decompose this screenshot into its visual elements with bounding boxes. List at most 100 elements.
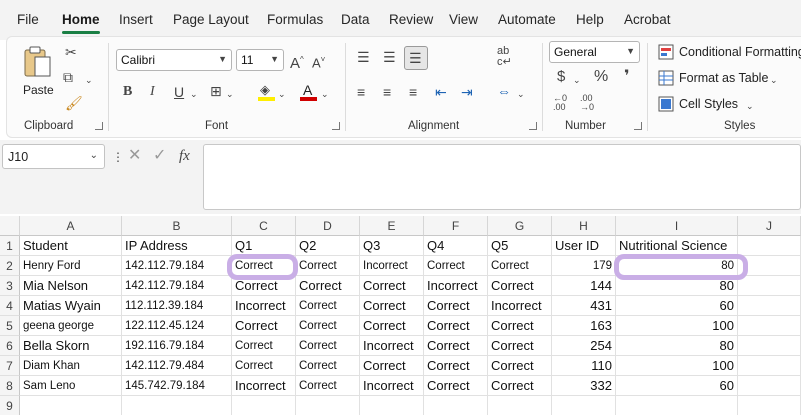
cell-h2[interactable]: 179 [552, 256, 616, 276]
cell-h5[interactable]: 163 [552, 316, 616, 336]
cell-b2[interactable]: 142.112.79.184 [122, 256, 232, 276]
chevron-down-icon[interactable]: ⌄ [278, 86, 286, 102]
cell-g7[interactable]: Correct [488, 356, 552, 376]
align-right-icon[interactable]: ≡ [409, 84, 417, 100]
cell-f7[interactable]: Correct [424, 356, 488, 376]
dialog-launcher-icon[interactable] [529, 122, 537, 130]
tab-acrobat[interactable]: Acrobat [624, 12, 671, 27]
cell-a4[interactable]: Matias Wyain [20, 296, 122, 316]
cell-d1[interactable]: Q2 [296, 236, 360, 256]
cell-d9[interactable] [296, 396, 360, 415]
cell-d3[interactable]: Correct [296, 276, 360, 296]
cell-b5[interactable]: 122.112.45.124 [122, 316, 232, 336]
cell-c4[interactable]: Incorrect [232, 296, 296, 316]
tab-insert[interactable]: Insert [119, 12, 153, 27]
cell-h1[interactable]: User ID [552, 236, 616, 256]
enter-icon[interactable]: ✓ [153, 148, 166, 164]
align-left-icon[interactable]: ≡ [357, 84, 365, 100]
row-header-8[interactable]: 8 [0, 376, 20, 396]
font-size-combo[interactable]: 11 ▼ [236, 49, 284, 71]
select-all-corner[interactable] [0, 216, 20, 236]
insert-function-icon[interactable]: fx [179, 148, 190, 164]
cell-i2[interactable]: 80 [616, 256, 738, 276]
cell-c7[interactable]: Correct [232, 356, 296, 376]
cell-b6[interactable]: 192.116.79.184 [122, 336, 232, 356]
align-bottom-button[interactable]: ☰ [404, 46, 428, 70]
italic-icon[interactable]: I [150, 84, 155, 100]
cell-c9[interactable] [232, 396, 296, 415]
formula-input[interactable] [203, 144, 801, 210]
row-header-7[interactable]: 7 [0, 356, 20, 376]
paste-button[interactable]: Paste [19, 43, 57, 101]
column-header-g[interactable]: G [488, 216, 552, 236]
cell-e1[interactable]: Q3 [360, 236, 424, 256]
cell-i8[interactable]: 60 [616, 376, 738, 396]
number-format-combo[interactable]: General ▼ [549, 41, 640, 63]
cut-icon[interactable]: ✂ [65, 44, 77, 60]
column-header-h[interactable]: H [552, 216, 616, 236]
chevron-down-icon[interactable]: ⌄ [573, 72, 581, 88]
cell-i4[interactable]: 60 [616, 296, 738, 316]
tab-data[interactable]: Data [341, 12, 370, 27]
cell-e3[interactable]: Correct [360, 276, 424, 296]
cell-i5[interactable]: 100 [616, 316, 738, 336]
cell-f1[interactable]: Q4 [424, 236, 488, 256]
column-header-d[interactable]: D [296, 216, 360, 236]
cell-f9[interactable] [424, 396, 488, 415]
fill-color-icon[interactable]: ◈ [258, 82, 276, 102]
copy-icon[interactable]: ⧉ [63, 69, 73, 85]
cell-h9[interactable] [552, 396, 616, 415]
cell-a8[interactable]: Sam Leno [20, 376, 122, 396]
cell-a7[interactable]: Diam Khan [20, 356, 122, 376]
comma-style-icon[interactable]: ❜ [624, 69, 630, 85]
dialog-launcher-icon[interactable] [332, 122, 340, 130]
cell-e9[interactable] [360, 396, 424, 415]
cell-f6[interactable]: Correct [424, 336, 488, 356]
cell-b4[interactable]: 112.112.39.184 [122, 296, 232, 316]
column-header-j[interactable]: J [738, 216, 801, 236]
cell-a2[interactable]: Henry Ford [20, 256, 122, 276]
font-color-icon[interactable]: A [300, 82, 318, 102]
tab-automate[interactable]: Automate [498, 12, 556, 27]
font-name-combo[interactable]: Calibri ▼ [116, 49, 232, 71]
increase-indent-icon[interactable]: ⇥ [461, 84, 473, 100]
cell-h8[interactable]: 332 [552, 376, 616, 396]
cancel-icon[interactable]: ✕ [128, 148, 141, 164]
decrease-indent-icon[interactable]: ⇤ [435, 84, 447, 100]
cell-d7[interactable]: Correct [296, 356, 360, 376]
tab-formulas[interactable]: Formulas [267, 12, 323, 27]
increase-font-icon[interactable]: A^ [290, 52, 304, 72]
cell-g6[interactable]: Correct [488, 336, 552, 356]
cell-j3[interactable] [738, 276, 801, 296]
cell-b9[interactable] [122, 396, 232, 415]
decrease-font-icon[interactable]: A˅ [312, 52, 325, 71]
cell-c8[interactable]: Incorrect [232, 376, 296, 396]
tab-file[interactable]: File [17, 12, 39, 27]
column-header-a[interactable]: A [20, 216, 122, 236]
column-header-e[interactable]: E [360, 216, 424, 236]
chevron-down-icon[interactable]: ⌄ [85, 72, 93, 88]
chevron-down-icon[interactable]: ⌄ [226, 86, 234, 102]
cell-h3[interactable]: 144 [552, 276, 616, 296]
borders-icon[interactable]: ⊞ [210, 83, 222, 99]
cell-i1[interactable]: Nutritional Science [616, 236, 738, 256]
cell-g9[interactable] [488, 396, 552, 415]
bold-icon[interactable]: B [123, 84, 132, 100]
cell-i3[interactable]: 80 [616, 276, 738, 296]
cell-j1[interactable] [738, 236, 801, 256]
cell-j2[interactable] [738, 256, 801, 276]
cell-e2[interactable]: Incorrect [360, 256, 424, 276]
cell-g3[interactable]: Correct [488, 276, 552, 296]
cell-b1[interactable]: IP Address [122, 236, 232, 256]
row-header-5[interactable]: 5 [0, 316, 20, 336]
cell-j5[interactable] [738, 316, 801, 336]
cell-b8[interactable]: 145.742.79.184 [122, 376, 232, 396]
column-header-c[interactable]: C [232, 216, 296, 236]
cell-b7[interactable]: 142.112.79.484 [122, 356, 232, 376]
align-top-icon[interactable]: ☰ [357, 49, 370, 65]
cell-c1[interactable]: Q1 [232, 236, 296, 256]
row-header-6[interactable]: 6 [0, 336, 20, 356]
cell-f2[interactable]: Correct [424, 256, 488, 276]
cell-i7[interactable]: 100 [616, 356, 738, 376]
cell-f4[interactable]: Correct [424, 296, 488, 316]
